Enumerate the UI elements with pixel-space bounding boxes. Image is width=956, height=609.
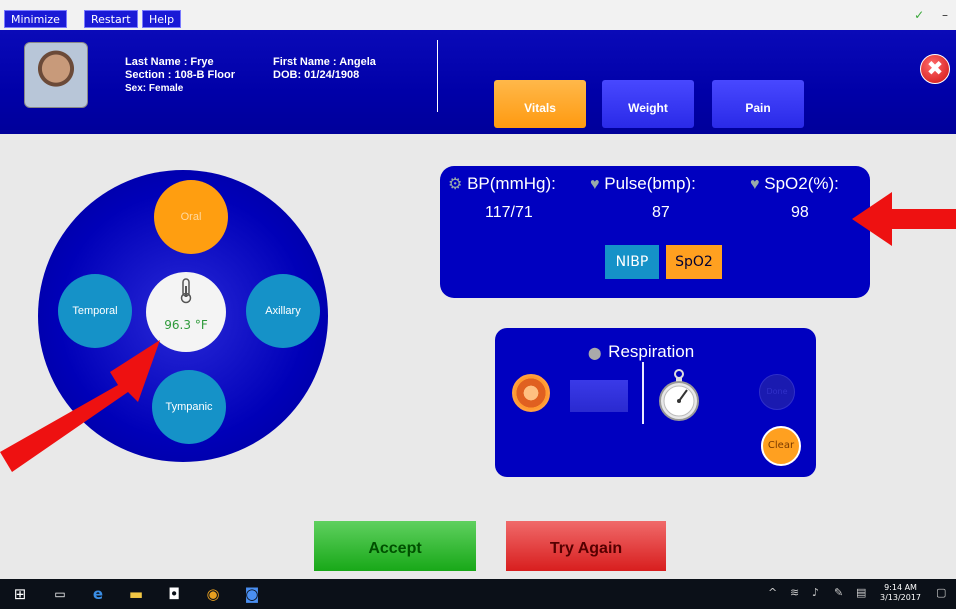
patient-sex: Sex: Female <box>125 83 184 94</box>
window-minimize-icon[interactable]: – <box>942 8 948 22</box>
patient-avatar <box>24 42 88 108</box>
edge-icon[interactable]: e <box>88 584 108 604</box>
window-controls: ✓ – <box>914 8 948 22</box>
accept-button[interactable]: Accept <box>314 521 476 571</box>
tray-chevron-icon[interactable]: ^ <box>768 586 777 599</box>
red-arrow-icon <box>852 192 956 246</box>
pulse-label: Pulse(bmp): <box>604 174 696 193</box>
temperature-value: 96.3 °F <box>164 318 208 332</box>
stopwatch-icon[interactable] <box>656 368 702 422</box>
bp-label: BP(mmHg): <box>467 174 556 193</box>
red-arrow-icon <box>0 340 160 472</box>
spo2-value: 98 <box>791 204 809 221</box>
respiration-title: Respiration <box>608 342 695 361</box>
site-temporal-button[interactable]: Temporal <box>58 274 132 348</box>
clock-time: 9:14 AM <box>884 583 917 592</box>
notifications-icon[interactable]: ▢ <box>936 586 946 599</box>
bp-value: 117/71 <box>485 204 533 221</box>
heart-pulse-icon: ♥ <box>750 176 760 193</box>
heart-icon: ♥ <box>590 176 600 193</box>
patient-section: Section : 108-B Floor <box>125 69 236 81</box>
patient-last-name: Last Name : Frye <box>125 56 214 68</box>
respiration-record-button[interactable] <box>512 374 550 412</box>
clock-date: 3/13/2017 <box>880 593 922 602</box>
file-explorer-icon[interactable]: ▬ <box>126 584 146 604</box>
spo2-label-group: ♥ SpO2(%): <box>750 174 839 194</box>
windows-start-icon[interactable]: ⊞ <box>10 584 30 604</box>
task-view-icon[interactable]: ▭ <box>50 584 70 604</box>
pulse-value: 87 <box>652 204 670 221</box>
minimize-menu-button[interactable]: Minimize <box>4 10 67 28</box>
tab-vitals[interactable]: Vitals <box>494 80 586 128</box>
site-tympanic-button[interactable]: Tympanic <box>152 370 226 444</box>
help-menu-button[interactable]: Help <box>142 10 182 28</box>
site-axillary-button[interactable]: Axillary <box>246 274 320 348</box>
system-clock[interactable]: 9:14 AM 3/13/2017 <box>880 583 921 603</box>
keyboard-icon[interactable]: ▤ <box>856 586 866 599</box>
site-oral-button[interactable]: Oral <box>154 180 228 254</box>
tab-weight[interactable]: Weight <box>602 80 694 128</box>
spo2-label: SpO2(%): <box>764 174 839 193</box>
lungs-icon: ⬤ <box>588 346 602 360</box>
tab-pain[interactable]: Pain <box>712 80 804 128</box>
check-icon[interactable]: ✓ <box>914 8 924 22</box>
respiration-clear-button[interactable]: Clear <box>761 426 801 466</box>
thermometer-icon <box>180 278 192 304</box>
app-icon[interactable]: ◙ <box>242 584 262 604</box>
blood-pressure-icon: ⚙ <box>448 176 463 193</box>
nibp-button[interactable]: NIBP <box>605 245 659 279</box>
respiration-title-group: ⬤ Respiration <box>588 342 694 362</box>
restart-menu-button[interactable]: Restart <box>84 10 138 28</box>
pen-icon[interactable]: ✎ <box>834 586 843 599</box>
try-again-button[interactable]: Try Again <box>506 521 666 571</box>
network-icon[interactable]: ≋ <box>790 586 799 599</box>
patient-first-name: First Name : Angela <box>273 56 376 68</box>
store-icon[interactable]: ◘ <box>164 584 184 604</box>
pulse-label-group: ♥ Pulse(bmp): <box>590 174 696 194</box>
respiration-count-display <box>570 380 628 412</box>
header-divider <box>437 40 438 112</box>
chrome-icon[interactable]: ◉ <box>203 584 223 604</box>
respiration-done-button[interactable]: Done <box>759 374 795 410</box>
respiration-divider <box>642 362 644 424</box>
patient-dob: DOB: 01/24/1908 <box>273 69 360 81</box>
volume-icon[interactable]: ♪ <box>812 586 819 599</box>
bp-label-group: ⚙ BP(mmHg): <box>448 174 556 194</box>
close-icon[interactable]: ✖ <box>920 54 950 84</box>
spo2-button[interactable]: SpO2 <box>666 245 722 279</box>
